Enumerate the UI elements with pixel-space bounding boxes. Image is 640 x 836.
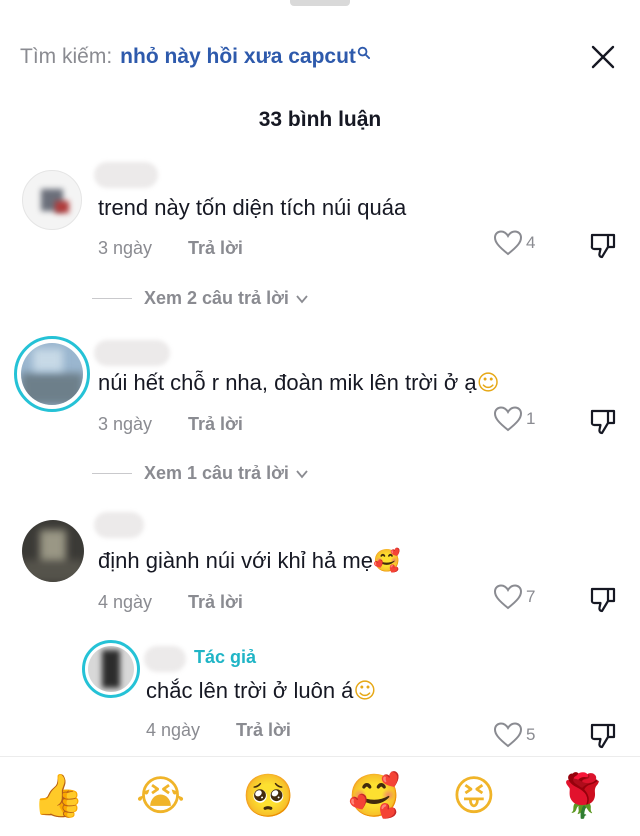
chevron-down-icon: [296, 469, 308, 478]
comment-time: 4 ngày: [146, 720, 201, 740]
close-icon: [591, 45, 615, 69]
author-badge: Tác giả: [194, 647, 257, 667]
reply-button[interactable]: Trả lời: [188, 238, 243, 259]
like-button[interactable]: 4: [494, 230, 535, 256]
smiling-face-emoji: ☺: [476, 371, 500, 396]
search-prefix: Tìm kiếm:: [20, 45, 113, 68]
reply-button[interactable]: Trả lời: [188, 414, 243, 435]
comment-text-body: chắc lên trời ở luôn á: [146, 678, 354, 703]
view-replies-button[interactable]: Xem 1 câu trả lời: [92, 463, 309, 484]
dislike-icon[interactable]: [588, 406, 618, 436]
dislike-icon[interactable]: [588, 584, 618, 614]
comment-text-body: định giành núi với khỉ hả mẹ: [98, 548, 373, 573]
like-count: 4: [526, 233, 536, 252]
sheet-drag-handle[interactable]: [290, 0, 350, 6]
comment-text: trend này tốn diện tích núi quáa: [98, 195, 407, 220]
pleading-face-emoji[interactable]: 🥺: [242, 771, 294, 821]
thumbs-up-emoji[interactable]: 👍: [32, 771, 84, 821]
heart-icon: [494, 230, 522, 256]
search-icon: [357, 46, 370, 59]
avatar[interactable]: [14, 336, 90, 412]
comment-text-body: núi hết chỗ r nha, đoàn mik lên trời ở ạ: [98, 370, 477, 395]
avatar[interactable]: [82, 640, 140, 698]
comment-time: 3 ngày: [98, 238, 153, 258]
view-replies-label: Xem 2 câu trả lời: [144, 288, 289, 308]
username-blurred[interactable]: [94, 162, 158, 188]
smiling-face-with-hearts-emoji: 🥰: [372, 549, 401, 574]
smiling-face-emoji: ☺: [353, 679, 377, 704]
view-replies-label: Xem 1 câu trả lời: [144, 463, 289, 483]
like-count: 5: [526, 725, 536, 744]
heart-icon: [494, 406, 522, 432]
divider-line: [92, 473, 132, 474]
comment-text: chắc lên trời ở luôn á☺: [146, 678, 376, 704]
search-header: Tìm kiếm: nhỏ này hồi xưa capcut: [20, 40, 370, 74]
username-blurred[interactable]: [94, 340, 170, 366]
emoji-quick-bar: 👍 😭 🥺 🥰 😝 🌹: [0, 756, 640, 836]
heart-icon: [494, 722, 522, 748]
close-button[interactable]: [586, 40, 620, 74]
avatar[interactable]: [22, 520, 84, 582]
search-query-link[interactable]: nhỏ này hồi xưa capcut: [120, 45, 356, 69]
dislike-icon[interactable]: [588, 720, 618, 750]
divider-line: [92, 298, 132, 299]
avatar[interactable]: [22, 170, 82, 230]
like-count: 1: [526, 409, 536, 428]
comment-text: định giành núi với khỉ hả mẹ🥰: [98, 548, 400, 574]
reply-button[interactable]: Trả lời: [188, 592, 243, 613]
like-button[interactable]: 7: [494, 584, 535, 610]
comment-time: 4 ngày: [98, 592, 153, 612]
smiling-face-with-hearts-emoji[interactable]: 🥰: [348, 771, 400, 821]
comment-time: 3 ngày: [98, 414, 153, 434]
like-button[interactable]: 5: [494, 722, 535, 748]
like-count: 7: [526, 587, 536, 606]
view-replies-button[interactable]: Xem 2 câu trả lời: [92, 288, 309, 309]
heart-icon: [494, 584, 522, 610]
rose-emoji[interactable]: 🌹: [556, 771, 608, 821]
loudly-crying-emoji[interactable]: 😭: [136, 771, 185, 821]
comment-text: núi hết chỗ r nha, đoàn mik lên trời ở ạ…: [98, 370, 500, 396]
username-blurred[interactable]: [94, 512, 144, 538]
like-button[interactable]: 1: [494, 406, 535, 432]
dislike-icon[interactable]: [588, 230, 618, 260]
reply-button[interactable]: Trả lời: [236, 720, 291, 741]
comment-count-title: 33 bình luận: [258, 108, 382, 131]
chevron-down-icon: [296, 294, 308, 303]
squinting-tongue-emoji[interactable]: 😝: [452, 771, 496, 821]
username-blurred[interactable]: [144, 646, 186, 672]
